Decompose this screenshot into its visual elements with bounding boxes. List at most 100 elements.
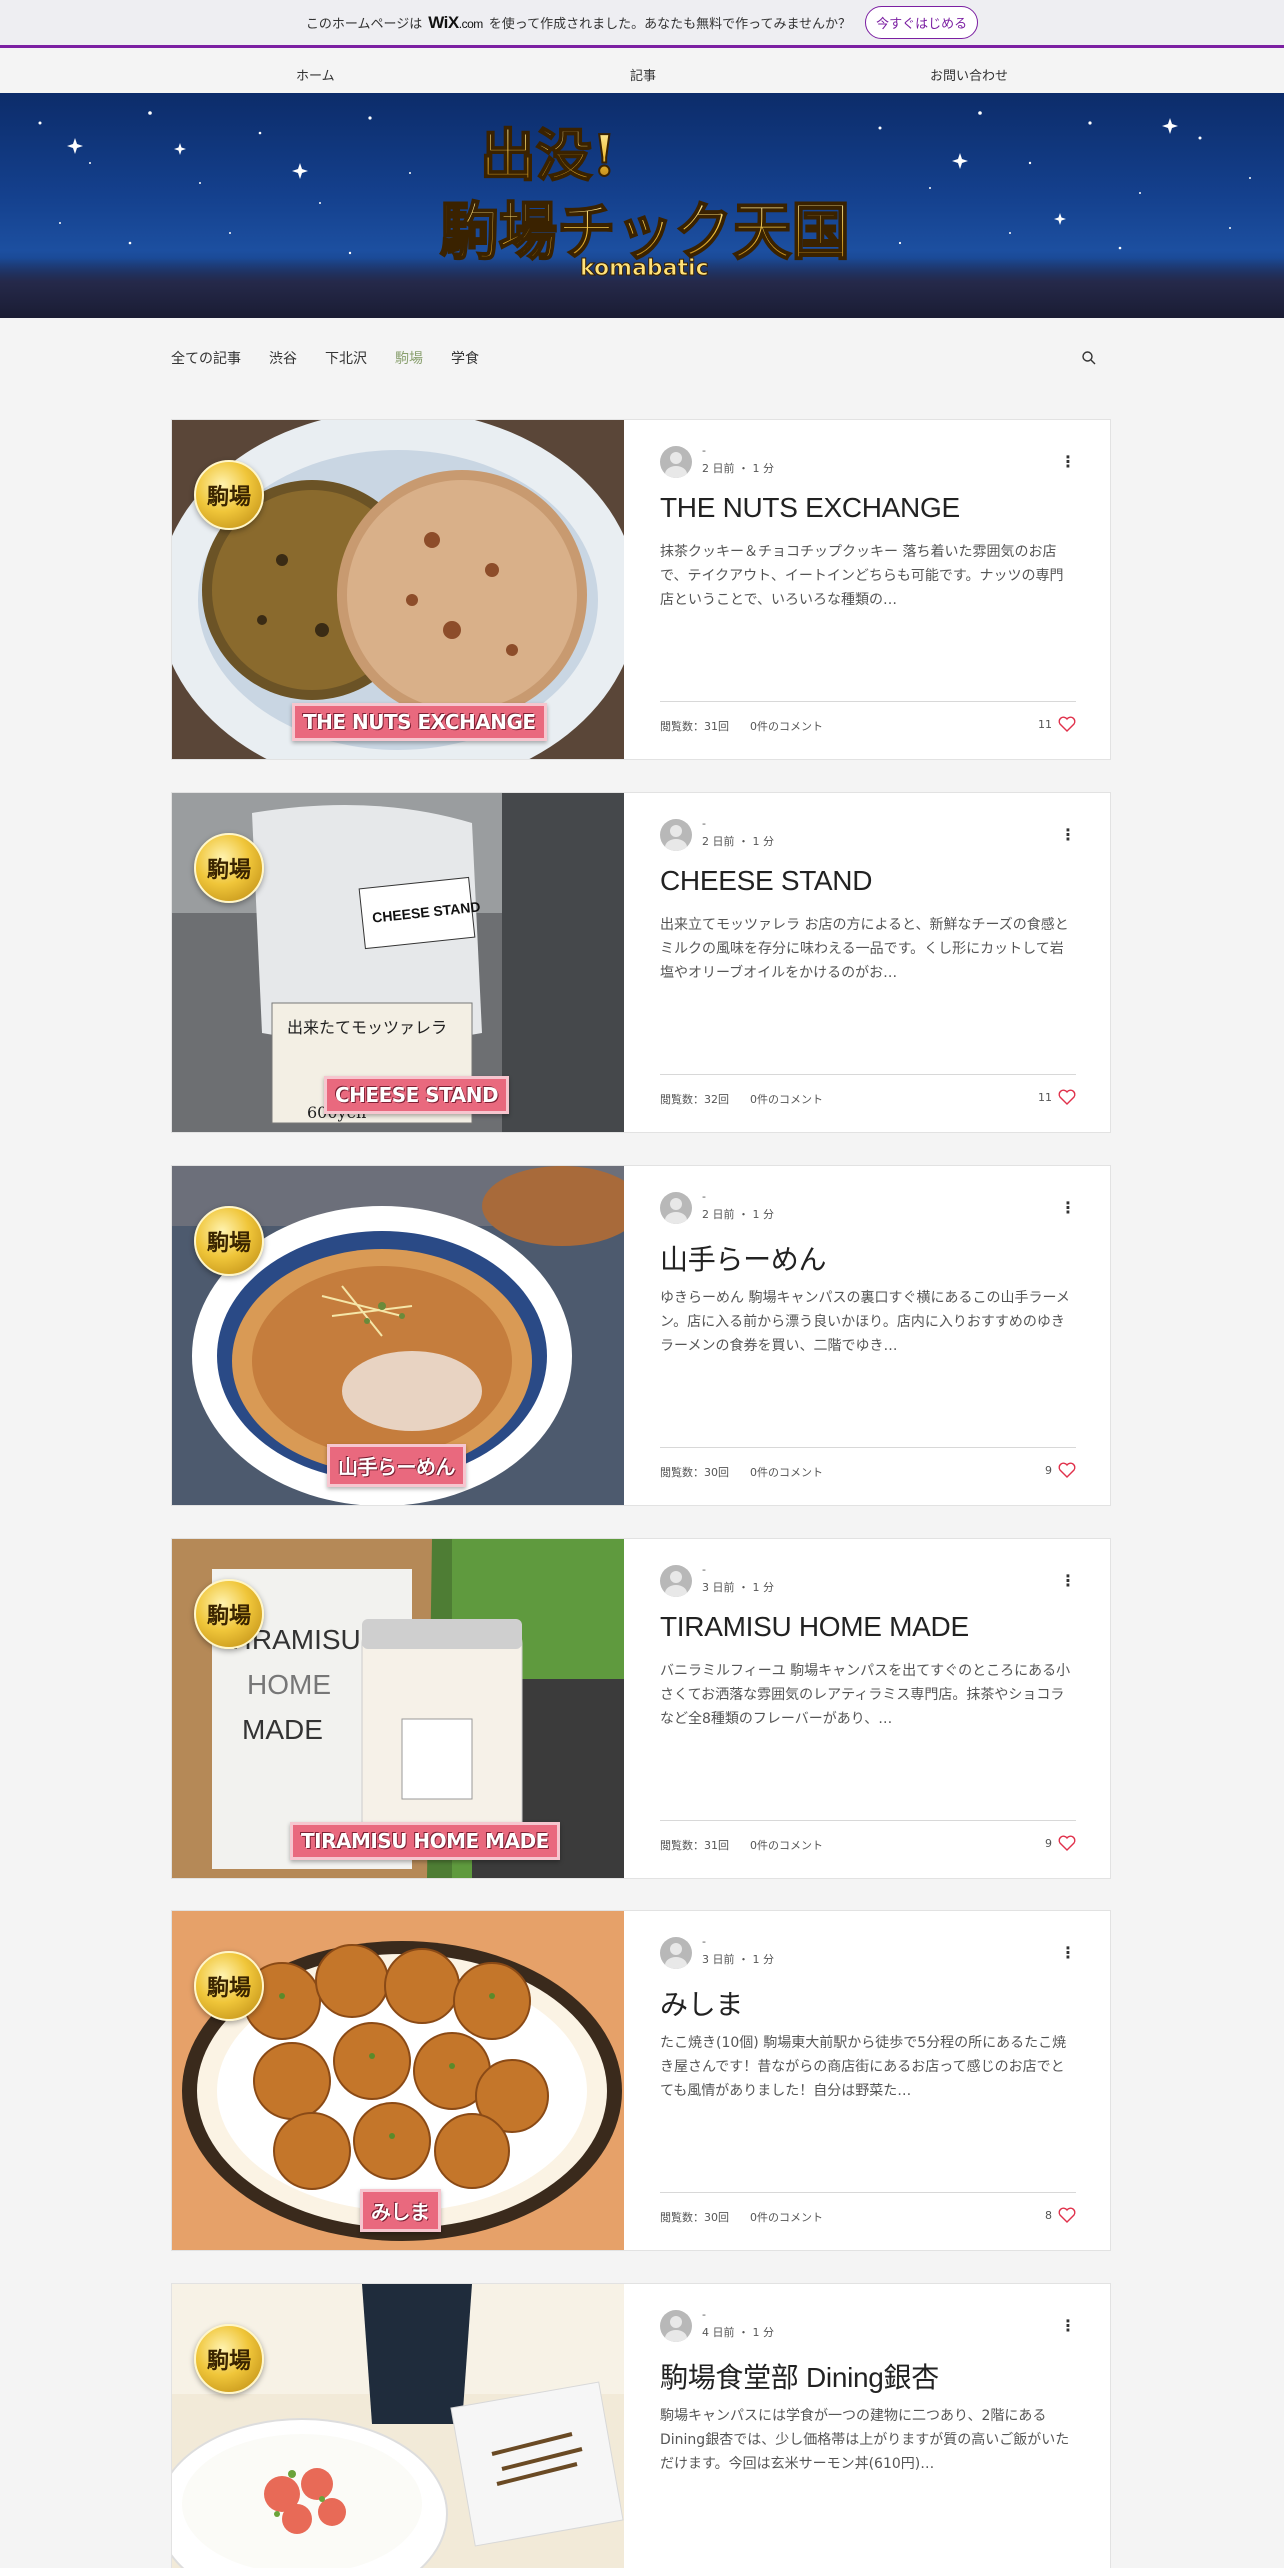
post-title[interactable]: 山手らーめん: [660, 1238, 1076, 1278]
post-thumbnail[interactable]: CHEESE STAND 出来たてモッツァレラ 600yen 駒場 CHEESE…: [172, 793, 624, 1132]
post-info: - 2 日前 ・ 1 分 ⋮ THE NUTS EXCHANGE 抹茶クッキー＆…: [660, 420, 1076, 759]
view-count: 閲覧数：30回: [660, 2211, 729, 2224]
author-avatar[interactable]: [660, 446, 692, 478]
svg-text:HOME: HOME: [247, 1669, 331, 1700]
comment-count[interactable]: 0件のコメント: [750, 2209, 823, 2225]
post-card[interactable]: 駒場 - 4 日前 ・ 1 分 ⋮ 駒場食堂部 Dining銀杏 駒場キャンパス…: [171, 2283, 1111, 2568]
more-options-icon[interactable]: ⋮: [1060, 1945, 1076, 1961]
post-info: - 3 日前 ・ 1 分 ⋮ TIRAMISU HOME MADE バニラミルフ…: [660, 1539, 1076, 1878]
wix-logo-text: WiX: [428, 12, 459, 32]
author-avatar[interactable]: [660, 1565, 692, 1597]
post-title[interactable]: THE NUTS EXCHANGE: [660, 492, 1076, 524]
post-info: - 2 日前 ・ 1 分 ⋮ CHEESE STAND 出来立てモッツァレラ お…: [660, 793, 1076, 1132]
post-title[interactable]: みしま: [660, 1983, 1076, 2023]
post-meta: 2 日前 ・ 1 分: [702, 462, 774, 475]
svg-text:MADE: MADE: [242, 1714, 323, 1745]
author-name[interactable]: -: [702, 2308, 706, 2321]
thumbnail-caption: みしま: [360, 2189, 441, 2232]
post-thumbnail[interactable]: 駒場: [172, 2284, 624, 2568]
view-count: 閲覧数：31回: [660, 720, 729, 733]
post-card[interactable]: 駒場 THE NUTS EXCHANGE - 2 日前 ・ 1 分 ⋮ THE …: [171, 419, 1111, 760]
more-options-icon[interactable]: ⋮: [1060, 1200, 1076, 1216]
author-name[interactable]: -: [702, 444, 706, 457]
post-excerpt: 出来立てモッツァレラ お店の方によると、新鮮なチーズの食感とミルクの風味を存分に…: [660, 917, 1069, 981]
post-title[interactable]: 駒場食堂部 Dining銀杏: [660, 2356, 1076, 2396]
area-badge: 駒場: [194, 2324, 264, 2394]
post-meta: 3 日前 ・ 1 分: [702, 1581, 774, 1594]
post-card[interactable]: 駒場 山手らーめん - 2 日前 ・ 1 分 ⋮ 山手らーめん ゆきらーめん 駒…: [171, 1165, 1111, 1506]
logo-line1: 出没!: [480, 123, 617, 189]
view-count: 閲覧数：32回: [660, 1093, 729, 1106]
thumbnail-caption: TIRAMISU HOME MADE: [290, 1822, 560, 1860]
category-shimokitazawa[interactable]: 下北沢: [325, 348, 367, 368]
heart-icon[interactable]: [1058, 1835, 1076, 1851]
top-nav: ホーム 記事 お問い合わせ: [0, 51, 1284, 93]
start-now-button[interactable]: 今すぐはじめる: [865, 6, 979, 39]
author-avatar[interactable]: [660, 2310, 692, 2342]
more-options-icon[interactable]: ⋮: [1060, 827, 1076, 843]
like-count: 11: [1038, 1091, 1052, 1104]
post-meta: 4 日前 ・ 1 分: [702, 2326, 774, 2339]
post-excerpt: たこ焼き(10個) 駒場東大前駅から徒歩で5分程の所にあるたこ焼き屋さんです！昔…: [660, 2035, 1067, 2099]
nav-home[interactable]: ホーム: [296, 65, 335, 84]
category-gakushoku[interactable]: 学食: [451, 348, 479, 368]
category-shibuya[interactable]: 渋谷: [269, 348, 297, 368]
view-count: 閲覧数：31回: [660, 1839, 729, 1852]
header-banner: 出没! 駒場チック天国 komabatic: [0, 93, 1284, 318]
logo-sub: komabatic: [580, 256, 709, 281]
comment-count[interactable]: 0件のコメント: [750, 718, 823, 734]
post-info: - 3 日前 ・ 1 分 ⋮ みしま たこ焼き(10個) 駒場東大前駅から徒歩で…: [660, 1911, 1076, 2250]
post-card[interactable]: 駒場 みしま - 3 日前 ・ 1 分 ⋮ みしま たこ焼き(10個) 駒場東大…: [171, 1910, 1111, 2251]
wix-text-before: このホームページは: [305, 17, 423, 32]
site-logo[interactable]: 出没! 駒場チック天国 komabatic: [430, 113, 860, 293]
post-title[interactable]: CHEESE STAND: [660, 865, 1076, 897]
author-avatar[interactable]: [660, 1937, 692, 1969]
like-count: 9: [1045, 1837, 1052, 1850]
more-options-icon[interactable]: ⋮: [1060, 1573, 1076, 1589]
more-options-icon[interactable]: ⋮: [1060, 454, 1076, 470]
author-name[interactable]: -: [702, 1190, 706, 1203]
divider: [660, 701, 1076, 702]
post-excerpt: 抹茶クッキー＆チョコチップクッキー 落ち着いた雰囲気のお店で、テイクアウト、イー…: [660, 544, 1064, 608]
post-info: - 2 日前 ・ 1 分 ⋮ 山手らーめん ゆきらーめん 駒場キャンパスの裏口す…: [660, 1166, 1076, 1505]
thumbnail-caption: THE NUTS EXCHANGE: [292, 703, 547, 741]
wix-logo-suffix: .com: [458, 16, 484, 31]
like-count: 8: [1045, 2209, 1052, 2222]
post-thumbnail[interactable]: 駒場 山手らーめん: [172, 1166, 624, 1505]
heart-icon[interactable]: [1058, 716, 1076, 732]
more-options-icon[interactable]: ⋮: [1060, 2318, 1076, 2334]
like-count: 11: [1038, 718, 1052, 731]
author-name[interactable]: -: [702, 817, 706, 830]
heart-icon[interactable]: [1058, 2207, 1076, 2223]
post-card[interactable]: CHEESE STAND 出来たてモッツァレラ 600yen 駒場 CHEESE…: [171, 792, 1111, 1133]
post-title[interactable]: TIRAMISU HOME MADE: [660, 1611, 1076, 1643]
post-meta: 3 日前 ・ 1 分: [702, 1953, 774, 1966]
search-icon[interactable]: [1081, 350, 1097, 366]
post-excerpt: バニラミルフィーユ 駒場キャンパスを出てすぐのところにある小さくてお洒落な雰囲気…: [660, 1663, 1071, 1727]
wix-promo-bar: このホームページは WiX.com を使って作成されました。あなたも無料で作って…: [0, 0, 1284, 48]
nav-contact[interactable]: お問い合わせ: [930, 65, 1008, 84]
wix-logo[interactable]: WiX.com: [428, 12, 484, 33]
post-info: - 4 日前 ・ 1 分 ⋮ 駒場食堂部 Dining銀杏 駒場キャンパスには学…: [660, 2284, 1076, 2568]
category-all[interactable]: 全ての記事: [171, 348, 241, 368]
area-badge: 駒場: [194, 1579, 264, 1649]
post-card[interactable]: TIRAMISU HOME MADE 駒場 TIRAMISU HOME MADE…: [171, 1538, 1111, 1879]
author-name[interactable]: -: [702, 1935, 706, 1948]
author-avatar[interactable]: [660, 1192, 692, 1224]
comment-count[interactable]: 0件のコメント: [750, 1464, 823, 1480]
comment-count[interactable]: 0件のコメント: [750, 1091, 823, 1107]
post-thumbnail[interactable]: TIRAMISU HOME MADE 駒場 TIRAMISU HOME MADE: [172, 1539, 624, 1878]
author-avatar[interactable]: [660, 819, 692, 851]
heart-icon[interactable]: [1058, 1089, 1076, 1105]
divider: [660, 1447, 1076, 1448]
post-thumbnail[interactable]: 駒場 みしま: [172, 1911, 624, 2250]
nav-articles[interactable]: 記事: [630, 65, 656, 84]
post-thumbnail[interactable]: 駒場 THE NUTS EXCHANGE: [172, 420, 624, 759]
author-name[interactable]: -: [702, 1563, 706, 1576]
category-komaba[interactable]: 駒場: [395, 348, 423, 368]
area-badge: 駒場: [194, 1206, 264, 1276]
heart-icon[interactable]: [1058, 1462, 1076, 1478]
divider: [660, 1074, 1076, 1075]
comment-count[interactable]: 0件のコメント: [750, 1837, 823, 1853]
area-badge: 駒場: [194, 460, 264, 530]
